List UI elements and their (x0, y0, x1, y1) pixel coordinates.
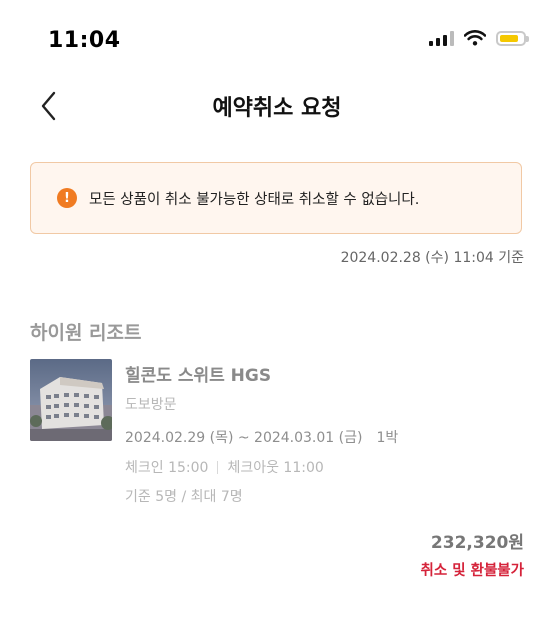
timestamp: 2024.02.28 (수) 11:04 기준 (340, 250, 524, 266)
notice-banner: ! 모든 상품이 취소 불가능한 상태로 취소할 수 없습니다. (30, 162, 522, 234)
room-thumbnail (30, 359, 112, 441)
price: 232,320원 (430, 533, 524, 553)
notice-text: 모든 상품이 취소 불가능한 상태로 취소할 수 없습니다. (89, 191, 420, 208)
wifi-icon (464, 30, 486, 46)
room-capacity: 기준 5명 / 최대 7명 (125, 489, 243, 505)
date-range: 2024.02.29 (목) ~ 2024.03.01 (금) (125, 430, 363, 446)
info-icon: ! (57, 188, 77, 208)
stay-dates: 2024.02.29 (목) ~ 2024.03.01 (금) 1박 (125, 427, 398, 447)
property-name: 하이원 리조트 (30, 322, 142, 344)
status-icons (429, 30, 529, 46)
battery-icon (496, 30, 529, 46)
status-time: 11:04 (48, 28, 121, 53)
nights-count: 1박 (376, 430, 399, 446)
divider (217, 460, 219, 474)
page-title: 예약취소 요청 (212, 96, 342, 121)
check-times: 체크인 15:00 체크아웃 11:00 (125, 457, 324, 477)
room-type: 도보방문 (125, 397, 177, 413)
battery-level (500, 34, 519, 42)
refund-status: 취소 및 환불불가 (420, 563, 524, 579)
room-name: 힐콘도 스위트 HGS (125, 366, 272, 386)
check-in-time: 체크인 15:00 (125, 460, 209, 476)
cellular-signal-icon (429, 30, 454, 46)
check-out-time: 체크아웃 11:00 (227, 460, 324, 476)
